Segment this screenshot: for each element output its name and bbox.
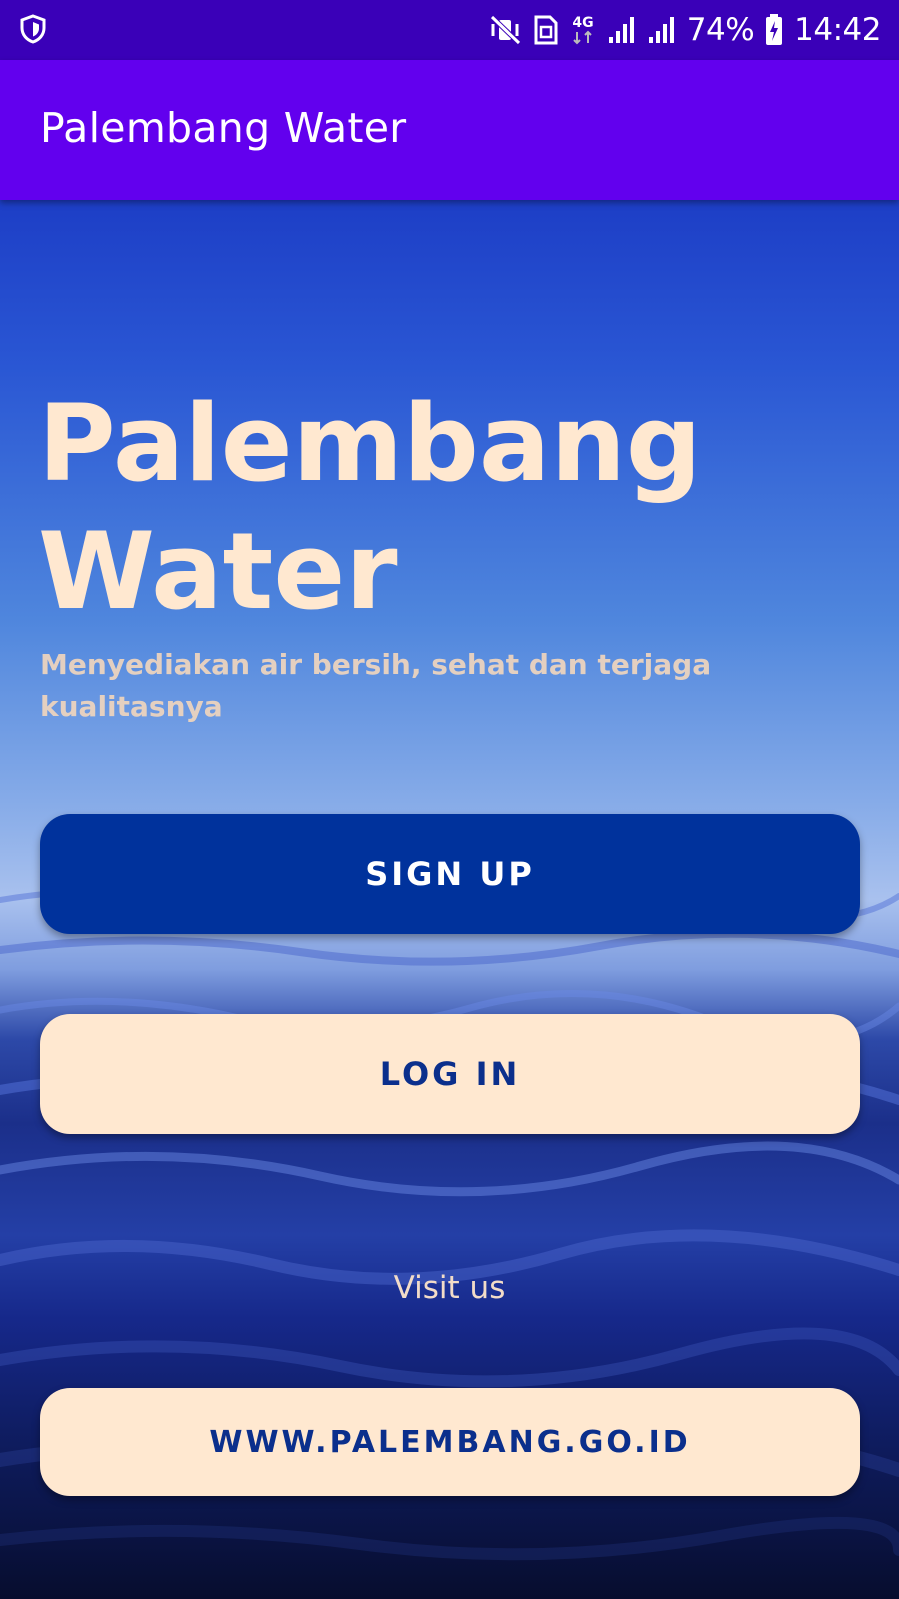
status-bar: 4G 74% 14:42 (0, 0, 899, 60)
status-time: 14:42 (794, 12, 881, 48)
network-label: 4G (572, 15, 593, 31)
hero-subtitle: Menyediakan air bersih, sehat dan terjag… (40, 648, 712, 723)
battery-percent: 74% (686, 12, 755, 48)
log-in-button[interactable]: LOG IN (40, 1014, 860, 1134)
sign-up-button[interactable]: SIGN UP (40, 814, 860, 934)
main-content: Palembang Water Menyediakan air bersih, … (0, 200, 899, 1599)
website-button[interactable]: WWW.PALEMBANG.GO.ID (40, 1388, 860, 1496)
battery-charging-icon (764, 13, 784, 47)
signal-icon (647, 15, 677, 45)
hero-title: Palembang Water (38, 382, 702, 633)
app-bar-title: Palembang Water (40, 104, 407, 152)
app-bar: Palembang Water (0, 60, 899, 200)
vibrate-mute-icon (489, 15, 523, 45)
shield-icon (20, 14, 46, 44)
network-4g-icon: 4G (569, 13, 597, 47)
visit-us-label: Visit us (393, 1270, 506, 1306)
signal-icon (607, 15, 637, 45)
sim-card-icon (533, 14, 559, 46)
